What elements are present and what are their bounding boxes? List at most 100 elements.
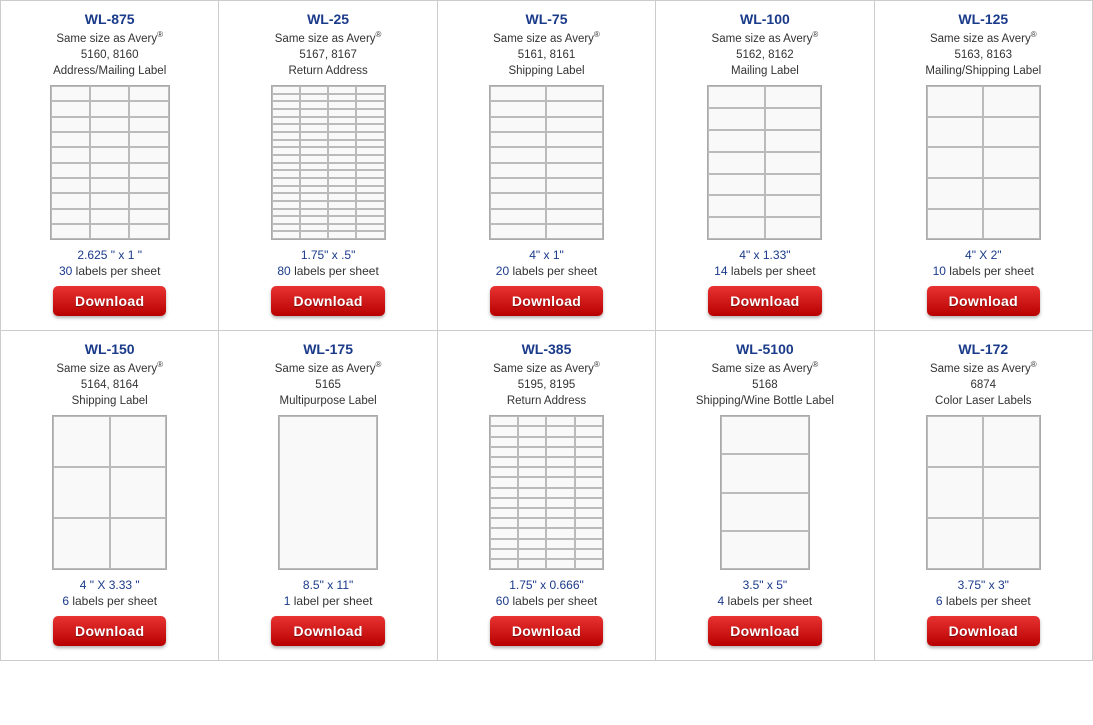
label-cell	[129, 209, 168, 224]
label-card-wl-875: WL-875Same size as Avery®5160, 8160Addre…	[1, 1, 219, 331]
download-button-wl-150[interactable]: Download	[53, 616, 166, 646]
label-cell	[546, 426, 574, 436]
download-button-wl-875[interactable]: Download	[53, 286, 166, 316]
label-cell	[708, 86, 765, 108]
download-button-wl-385[interactable]: Download	[490, 616, 603, 646]
card-size-wl-875: 2.625 " x 1 "	[77, 248, 142, 262]
label-cell	[356, 186, 384, 194]
label-cell	[51, 86, 90, 101]
label-cell	[300, 94, 328, 102]
label-grid: WL-875Same size as Avery®5160, 8160Addre…	[0, 0, 1093, 661]
label-cell	[328, 224, 356, 232]
label-cell	[983, 178, 1040, 209]
label-cell	[300, 117, 328, 125]
label-cell	[546, 101, 603, 116]
card-size-wl-385: 1.75" x 0.666"	[509, 578, 584, 592]
label-cell	[356, 163, 384, 171]
card-count-wl-172: 6 labels per sheet	[936, 594, 1031, 608]
label-cell	[356, 224, 384, 232]
label-cell	[546, 117, 603, 132]
label-cell	[300, 147, 328, 155]
label-preview-wl-25	[271, 85, 386, 240]
label-cell	[490, 539, 518, 549]
label-cell	[518, 416, 546, 426]
label-cell	[708, 108, 765, 130]
label-cell	[546, 147, 603, 162]
label-cell	[356, 94, 384, 102]
card-count-wl-385: 60 labels per sheet	[496, 594, 597, 608]
card-size-wl-150: 4 " X 3.33 "	[80, 578, 140, 592]
label-cell	[708, 217, 765, 239]
label-cell	[110, 518, 167, 569]
label-cell	[328, 140, 356, 148]
label-cell	[129, 101, 168, 116]
label-cell	[490, 528, 518, 538]
label-cell	[328, 216, 356, 224]
label-cell	[328, 163, 356, 171]
label-cell	[546, 178, 603, 193]
label-cell	[272, 216, 300, 224]
label-cell	[518, 467, 546, 477]
label-cell	[575, 426, 603, 436]
download-button-wl-175[interactable]: Download	[271, 616, 384, 646]
label-preview-wl-150	[52, 415, 167, 570]
label-cell	[328, 132, 356, 140]
label-cell	[51, 193, 90, 208]
label-cell	[51, 132, 90, 147]
label-cell	[328, 193, 356, 201]
card-count-wl-5100: 4 labels per sheet	[718, 594, 813, 608]
label-cell	[272, 86, 300, 94]
label-cell	[546, 477, 574, 487]
label-cell	[518, 559, 546, 569]
label-cell	[546, 447, 574, 457]
download-button-wl-125[interactable]: Download	[927, 286, 1040, 316]
label-cell	[356, 231, 384, 239]
label-cell	[490, 416, 518, 426]
label-cell	[272, 193, 300, 201]
download-button-wl-25[interactable]: Download	[271, 286, 384, 316]
label-cell	[575, 498, 603, 508]
label-cell	[490, 467, 518, 477]
card-size-wl-75: 4" x 1"	[529, 248, 564, 262]
label-cell	[518, 549, 546, 559]
label-cell	[356, 124, 384, 132]
label-cell	[129, 178, 168, 193]
label-cell	[300, 201, 328, 209]
label-cell	[279, 416, 377, 569]
label-cell	[300, 155, 328, 163]
label-cell	[927, 209, 984, 240]
card-count-wl-125: 10 labels per sheet	[933, 264, 1034, 278]
label-cell	[546, 193, 603, 208]
label-cell	[328, 101, 356, 109]
card-avery-wl-125: Same size as Avery®5163, 8163Mailing/Shi…	[925, 29, 1041, 79]
label-cell	[518, 518, 546, 528]
card-avery-wl-172: Same size as Avery®6874Color Laser Label…	[930, 359, 1037, 409]
download-button-wl-75[interactable]: Download	[490, 286, 603, 316]
label-cell	[546, 163, 603, 178]
label-cell	[300, 231, 328, 239]
label-cell	[490, 518, 518, 528]
label-cell	[51, 224, 90, 239]
label-cell	[272, 170, 300, 178]
label-cell	[300, 86, 328, 94]
label-cell	[53, 416, 110, 467]
label-cell	[300, 178, 328, 186]
label-cell	[110, 467, 167, 518]
label-cell	[300, 124, 328, 132]
label-cell	[546, 86, 603, 101]
label-cell	[575, 549, 603, 559]
label-cell	[90, 178, 129, 193]
label-cell	[983, 416, 1040, 467]
label-cell	[546, 488, 574, 498]
download-button-wl-5100[interactable]: Download	[708, 616, 821, 646]
label-cell	[328, 186, 356, 194]
label-cell	[90, 86, 129, 101]
download-button-wl-172[interactable]: Download	[927, 616, 1040, 646]
card-avery-wl-25: Same size as Avery®5167, 8167Return Addr…	[275, 29, 382, 79]
label-cell	[110, 416, 167, 467]
label-cell	[328, 155, 356, 163]
download-button-wl-100[interactable]: Download	[708, 286, 821, 316]
card-avery-wl-75: Same size as Avery®5161, 8161Shipping La…	[493, 29, 600, 79]
card-count-wl-75: 20 labels per sheet	[496, 264, 597, 278]
card-title-wl-5100: WL-5100	[736, 341, 794, 357]
